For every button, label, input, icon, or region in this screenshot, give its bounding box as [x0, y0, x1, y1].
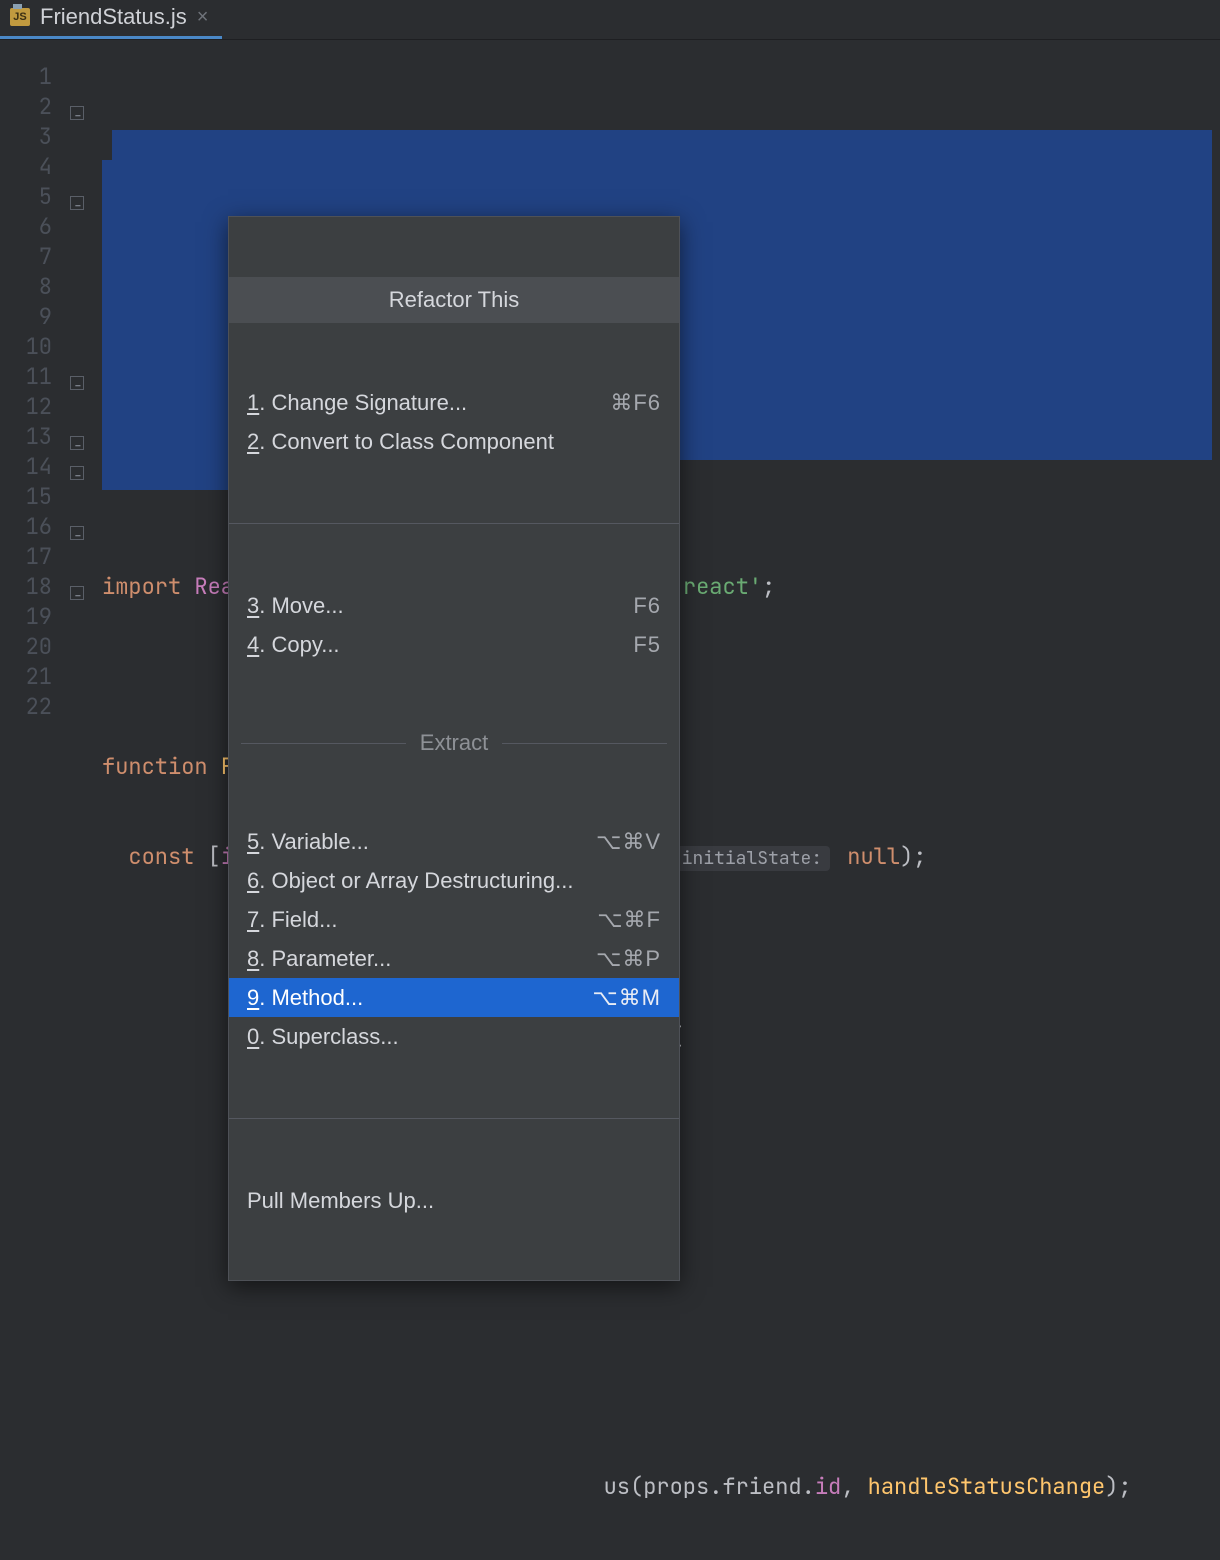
line-number: 14 — [0, 452, 52, 482]
line-number: 12 — [0, 392, 52, 422]
kw-const: const — [128, 842, 194, 871]
fold-handle-icon[interactable] — [70, 376, 84, 390]
line-number: 11 — [0, 362, 52, 392]
line-number: 21 — [0, 662, 52, 692]
code-editor[interactable]: 12345678910111213141516171819202122 impo… — [0, 40, 1220, 780]
popup-item[interactable]: Pull Members Up... — [229, 1181, 679, 1220]
line-number: 16 — [0, 512, 52, 542]
line-number: 18 — [0, 572, 52, 602]
popup-title: Refactor This — [229, 277, 679, 323]
line-number: 15 — [0, 482, 52, 512]
popup-separator — [229, 1118, 679, 1119]
fold-gutter — [62, 40, 102, 780]
tab-bar: JS FriendStatus.js × — [0, 0, 1220, 40]
popup-item[interactable]: 2. Convert to Class Component — [229, 422, 679, 461]
popup-item-label: 4. Copy... — [247, 630, 340, 660]
frag-line11: us(props.friend.id, handleStatusChange); — [604, 1472, 1132, 1501]
popup-item-shortcut: ⌥⌘P — [596, 944, 661, 974]
popup-separator — [229, 523, 679, 524]
fold-handle-icon[interactable] — [70, 526, 84, 540]
popup-item-label: 2. Convert to Class Component — [247, 427, 554, 457]
popup-item-label: 9. Method... — [247, 983, 363, 1013]
line-number: 20 — [0, 632, 52, 662]
popup-item[interactable]: 9. Method... ⌥⌘M — [229, 978, 679, 1017]
code-area[interactable]: import React, { useState, useEffect } fr… — [102, 40, 1220, 780]
popup-item-shortcut: ⌥⌘F — [597, 905, 661, 935]
line-number: 8 — [0, 272, 52, 302]
popup-section-extract: Extract — [229, 724, 679, 762]
popup-item[interactable]: 8. Parameter... ⌥⌘P — [229, 939, 679, 978]
kw-null: null — [847, 842, 900, 871]
line-number: 22 — [0, 692, 52, 722]
popup-item[interactable]: 7. Field... ⌥⌘F — [229, 900, 679, 939]
line-number: 9 — [0, 302, 52, 332]
refactor-popup: Refactor This 1. Change Signature... ⌘F6 2… — [228, 216, 680, 1281]
popup-item-shortcut: ⌥⌘M — [592, 983, 661, 1013]
fold-handle-icon[interactable] — [70, 586, 84, 600]
popup-item-label: 5. Variable... — [247, 827, 369, 857]
line-number: 13 — [0, 422, 52, 452]
line-number: 1 — [0, 62, 52, 92]
popup-item-shortcut: F5 — [633, 630, 661, 660]
popup-item-label: 0. Superclass... — [247, 1022, 399, 1052]
line-number: 6 — [0, 212, 52, 242]
popup-item[interactable]: 3. Move... F6 — [229, 586, 679, 625]
popup-item-label: 7. Field... — [247, 905, 338, 935]
line-number: 19 — [0, 602, 52, 632]
inline-hint: initialState: — [674, 846, 830, 871]
popup-item-label: 3. Move... — [247, 591, 344, 621]
close-icon[interactable]: × — [197, 7, 209, 27]
line-number: 7 — [0, 242, 52, 272]
section-label: Extract — [406, 728, 502, 758]
popup-item-label: 6. Object or Array Destructuring... — [247, 866, 573, 896]
popup-item-shortcut: ⌥⌘V — [596, 827, 661, 857]
popup-item[interactable]: 4. Copy... F5 — [229, 625, 679, 664]
popup-item-label: 1. Change Signature... — [247, 388, 467, 418]
popup-item-label: 8. Parameter... — [247, 944, 391, 974]
line-number: 17 — [0, 542, 52, 572]
file-tab[interactable]: JS FriendStatus.js × — [0, 0, 222, 39]
popup-item[interactable]: 6. Object or Array Destructuring... — [229, 861, 679, 900]
line-number: 2 — [0, 92, 52, 122]
popup-item-shortcut: F6 — [633, 591, 661, 621]
fold-handle-icon[interactable] — [70, 466, 84, 480]
tab-filename: FriendStatus.js — [40, 4, 187, 30]
str-react: 'react' — [670, 572, 762, 601]
fold-handle-icon[interactable] — [70, 196, 84, 210]
popup-item-shortcut: ⌘F6 — [610, 388, 661, 418]
fold-handle-icon[interactable] — [70, 106, 84, 120]
kw-import: import — [102, 572, 181, 601]
popup-item[interactable]: 1. Change Signature... ⌘F6 — [229, 383, 679, 422]
line-number: 5 — [0, 182, 52, 212]
line-number: 3 — [0, 122, 52, 152]
fold-handle-icon[interactable] — [70, 436, 84, 450]
popup-item[interactable]: 0. Superclass... — [229, 1017, 679, 1056]
popup-item-label: Pull Members Up... — [247, 1186, 434, 1216]
line-number: 4 — [0, 152, 52, 182]
js-file-icon: JS — [10, 7, 30, 27]
kw-function: function — [102, 752, 208, 781]
line-number-gutter: 12345678910111213141516171819202122 — [0, 40, 62, 780]
popup-item[interactable]: 5. Variable... ⌥⌘V — [229, 822, 679, 861]
line-number: 10 — [0, 332, 52, 362]
